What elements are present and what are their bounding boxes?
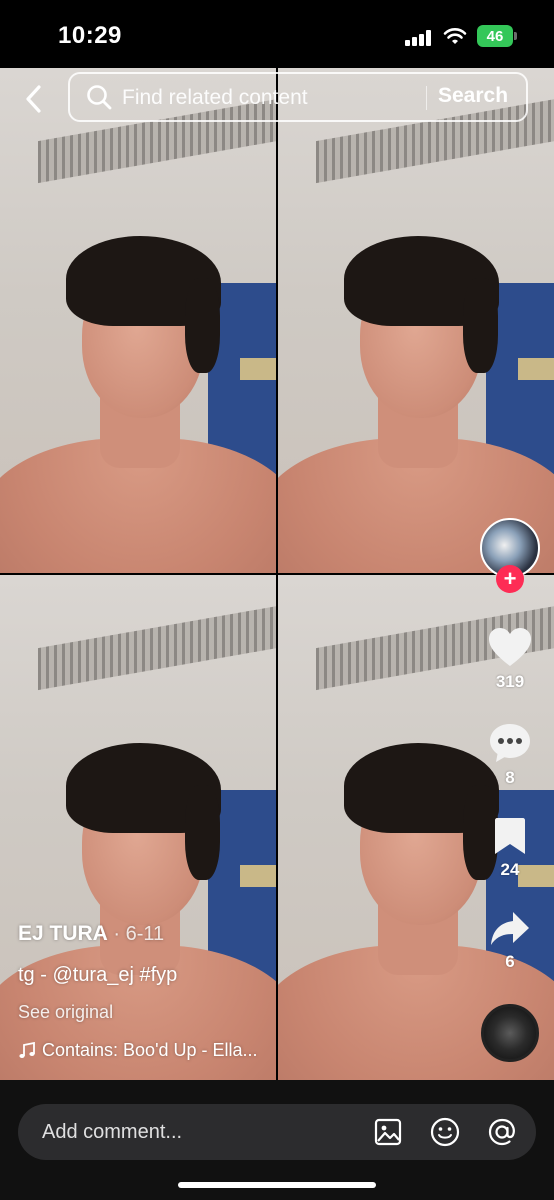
search-icon [87, 85, 112, 110]
comment-input[interactable] [42, 1118, 342, 1146]
post-date: · 6-11 [107, 923, 165, 945]
video-frame-top-right [278, 68, 554, 573]
like-count: 319 [495, 672, 525, 691]
status-time: 10:29 [58, 22, 122, 49]
comment-icon [490, 724, 530, 762]
caption-description[interactable]: tg - @tura_ej #fyp [18, 964, 177, 987]
add-image-button[interactable] [372, 1116, 404, 1148]
comment-button[interactable]: 8 [484, 722, 536, 788]
music-info[interactable]: Contains: Boo'd Up - Ella... [18, 1040, 258, 1061]
search-input[interactable] [122, 84, 412, 112]
emoji-button[interactable] [429, 1116, 461, 1148]
battery-indicator: 46 [477, 25, 513, 47]
back-button[interactable] [16, 82, 50, 116]
follow-button[interactable]: + [496, 565, 524, 593]
share-count: 6 [505, 952, 515, 971]
mention-button[interactable] [486, 1116, 518, 1148]
battery-nub [514, 32, 517, 40]
music-disc[interactable] [481, 1004, 539, 1062]
search-divider [426, 86, 427, 110]
heart-icon [489, 628, 531, 666]
home-indicator [178, 1182, 376, 1188]
music-note-icon [19, 1041, 35, 1058]
comment-count: 8 [505, 768, 515, 787]
caption-author[interactable]: EJ TURA · 6-11 [18, 922, 164, 946]
emoji-icon [430, 1117, 460, 1147]
like-button[interactable]: 319 [484, 626, 536, 692]
bookmark-icon [495, 818, 525, 854]
wifi-icon [443, 28, 467, 44]
back-icon [26, 85, 41, 113]
author-name[interactable]: EJ TURA [18, 922, 108, 945]
music-title: Contains: Boo'd Up - Ella... [42, 1040, 258, 1060]
video-frame-top-left [0, 68, 276, 573]
mention-icon [488, 1118, 515, 1146]
share-icon [491, 912, 529, 945]
share-button[interactable]: 6 [484, 910, 536, 972]
image-icon [374, 1118, 402, 1146]
status-bar: 10:29 46 [0, 0, 554, 68]
see-original-link[interactable]: See original [18, 1002, 113, 1023]
bookmark-count: 24 [500, 860, 520, 879]
bookmark-button[interactable]: 24 [484, 816, 536, 880]
search-button[interactable]: Search [438, 84, 508, 108]
cellular-signal-icon [405, 30, 433, 46]
battery-level: 46 [486, 27, 504, 45]
